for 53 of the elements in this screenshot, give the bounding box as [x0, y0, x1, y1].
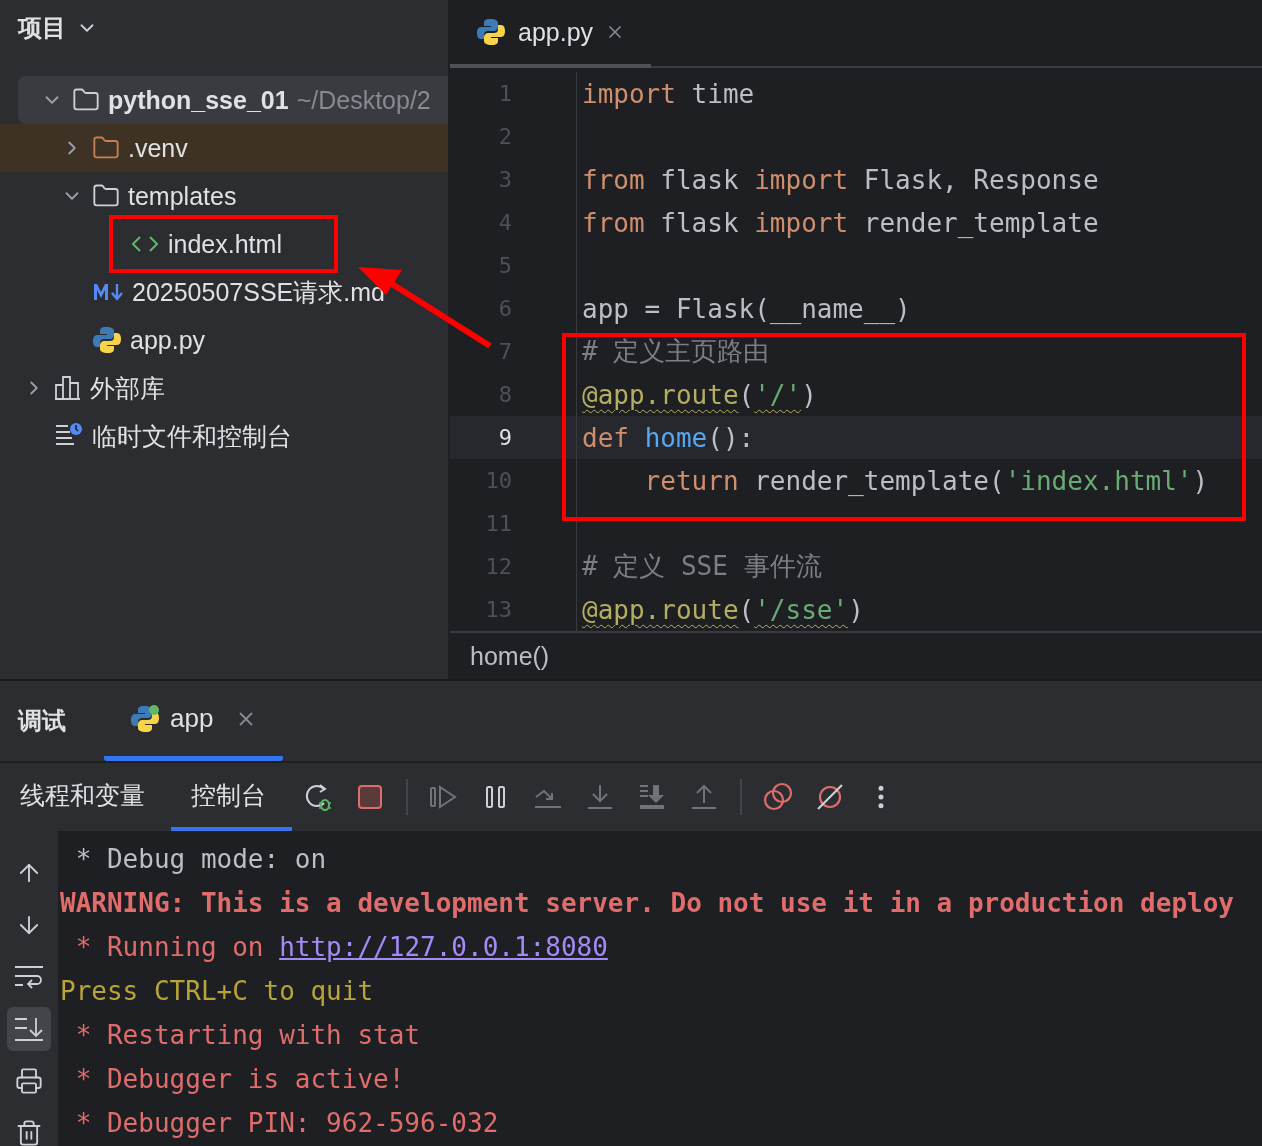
console-text: WARNING: This is a development server. Do not use it in a production deploy: [60, 888, 1234, 918]
code-line: # 定义主页路由: [581, 335, 770, 368]
library-icon: [54, 375, 82, 401]
tree-item[interactable]: python_sse_01 ~/Desktop/2: [18, 76, 448, 124]
printer-icon: [15, 1067, 43, 1095]
code-line: return render_template('index.html'): [643, 465, 1209, 496]
code-line: from flask import render_template: [581, 207, 1099, 238]
console-link[interactable]: http://127.0.0.1:8080: [279, 932, 608, 962]
tab-label: app: [170, 703, 214, 734]
tab-label: app.py: [518, 17, 594, 47]
code-line: @app.route('/sse'): [581, 594, 864, 625]
code-line: # 定义 SSE 事件流: [581, 550, 822, 583]
console-text: Press CTRL+C to quit: [60, 976, 374, 1006]
code-line: @app.route('/'): [581, 379, 817, 410]
python-icon: [476, 17, 506, 47]
code-line: from flask import Flask, Response: [581, 164, 1099, 195]
python-icon: [130, 703, 160, 734]
tree-item-label: 外部库: [90, 372, 165, 404]
tree-item-label: app.py: [130, 325, 206, 355]
breadcrumb[interactable]: home(): [470, 641, 550, 671]
tree-item[interactable]: app.py: [0, 316, 448, 364]
scroll-to-end-icon: [14, 1016, 44, 1042]
tree-item[interactable]: index.html: [0, 220, 448, 268]
panel-title: 调试: [18, 706, 66, 736]
tree-item[interactable]: .venv: [0, 124, 448, 172]
code-line: import time: [581, 78, 755, 109]
tree-item-label: templates: [128, 181, 237, 211]
editor-tab[interactable]: app.py: [450, 0, 652, 68]
tree-item[interactable]: 外部库: [0, 364, 448, 412]
tree-item[interactable]: 临时文件和控制台: [0, 412, 448, 460]
tree-item-label: 临时文件和控制台: [92, 420, 292, 452]
code-line: app = Flask(__name__): [581, 293, 911, 324]
breakpoints-icon[interactable]: [762, 781, 794, 813]
code-tag-icon: [130, 234, 160, 254]
line-number: 9: [497, 425, 513, 450]
view-tab[interactable]: 线程和变量: [0, 763, 171, 831]
console-text: * Restarting with stat: [74, 1020, 421, 1050]
project-path: ~/Desktop/2: [296, 85, 431, 115]
console-tool-button[interactable]: [7, 1007, 51, 1051]
python-icon: [92, 325, 122, 355]
trash-icon: [15, 1119, 43, 1146]
tree-item[interactable]: templates: [0, 172, 448, 220]
tree-item-label: .venv: [128, 133, 188, 163]
tree-item-label: python_sse_01: [108, 85, 289, 115]
console-text: * Debug mode: on: [74, 844, 327, 874]
soft-wrap-icon: [14, 964, 44, 990]
console-text: * Debugger is active!: [74, 1064, 405, 1094]
tree-item-label: index.html: [168, 229, 282, 259]
console-text: * Running on: [74, 932, 265, 962]
panel-title[interactable]: 项目: [18, 12, 66, 44]
code-line: def home():: [581, 422, 755, 453]
markdown-icon: [92, 282, 124, 302]
console-text: * Debugger PIN: 962-596-032: [74, 1108, 499, 1138]
